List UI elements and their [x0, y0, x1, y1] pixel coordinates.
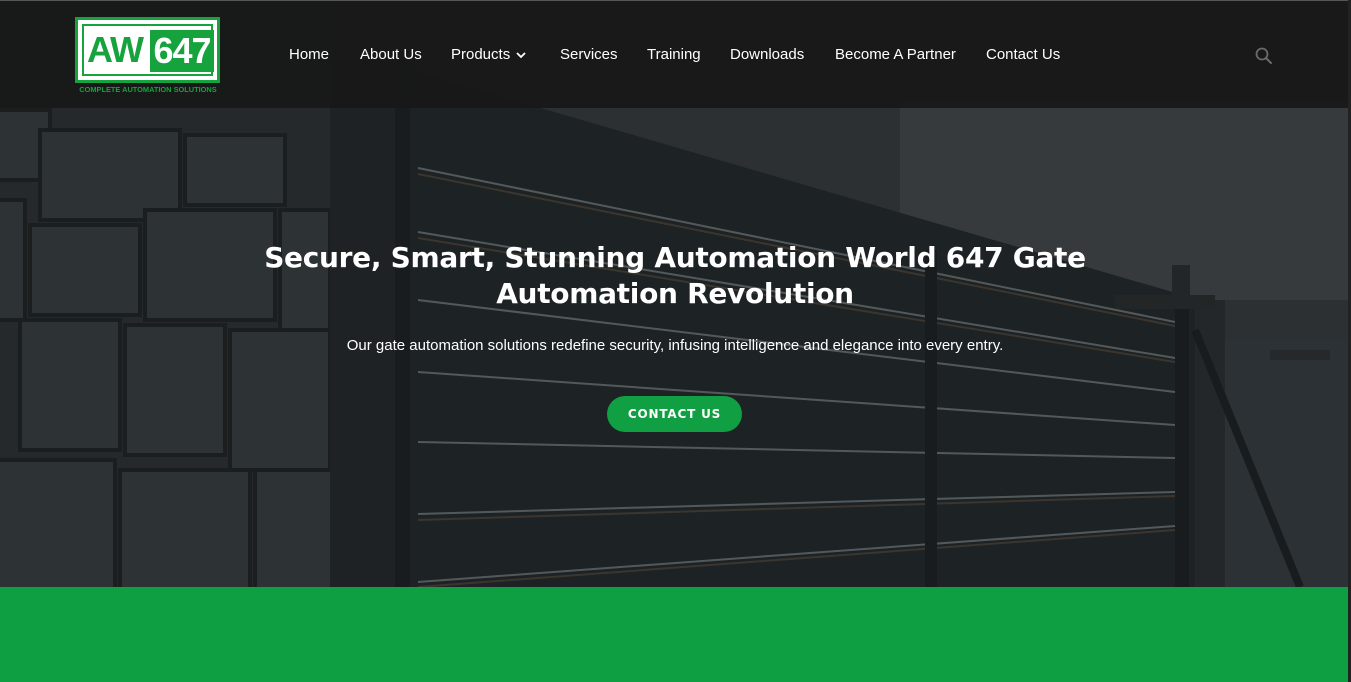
- logo-letters: AW: [87, 29, 144, 70]
- logo-number: 647: [150, 30, 214, 72]
- green-section-band: [0, 587, 1351, 682]
- nav-item-home[interactable]: Home: [289, 45, 329, 65]
- nav-item-services[interactable]: Services: [560, 45, 618, 65]
- hero-subtitle: Our gate automation solutions redefine s…: [346, 337, 1004, 354]
- logo-tagline: COMPLETE AUTOMATION SOLUTIONS: [79, 85, 217, 94]
- nav-item-products[interactable]: Products: [451, 45, 526, 65]
- hero-title-line-1: Secure, Smart, Stunning Automation World…: [264, 241, 1086, 274]
- chevron-down-icon: [516, 45, 526, 65]
- site-header: AW 647 COMPLETE AUTOMATION SOLUTIONS Hom…: [0, 0, 1351, 108]
- contact-us-button[interactable]: CONTACT US: [607, 396, 742, 432]
- hero-title-line-2: Automation Revolution: [496, 277, 854, 310]
- nav-item-training[interactable]: Training: [647, 45, 701, 65]
- search-icon[interactable]: [1254, 46, 1274, 66]
- nav-item-become-a-partner[interactable]: Become A Partner: [835, 45, 956, 65]
- logo-badge: AW 647: [75, 17, 220, 83]
- hero-title: Secure, Smart, Stunning Automation World…: [250, 240, 1100, 312]
- nav-item-products-label: Products: [451, 46, 511, 63]
- site-logo[interactable]: AW 647 COMPLETE AUTOMATION SOLUTIONS: [75, 17, 221, 97]
- nav-item-downloads[interactable]: Downloads: [730, 45, 804, 65]
- nav-item-contact-us[interactable]: Contact Us: [986, 45, 1060, 65]
- nav-item-about-us[interactable]: About Us: [360, 45, 422, 65]
